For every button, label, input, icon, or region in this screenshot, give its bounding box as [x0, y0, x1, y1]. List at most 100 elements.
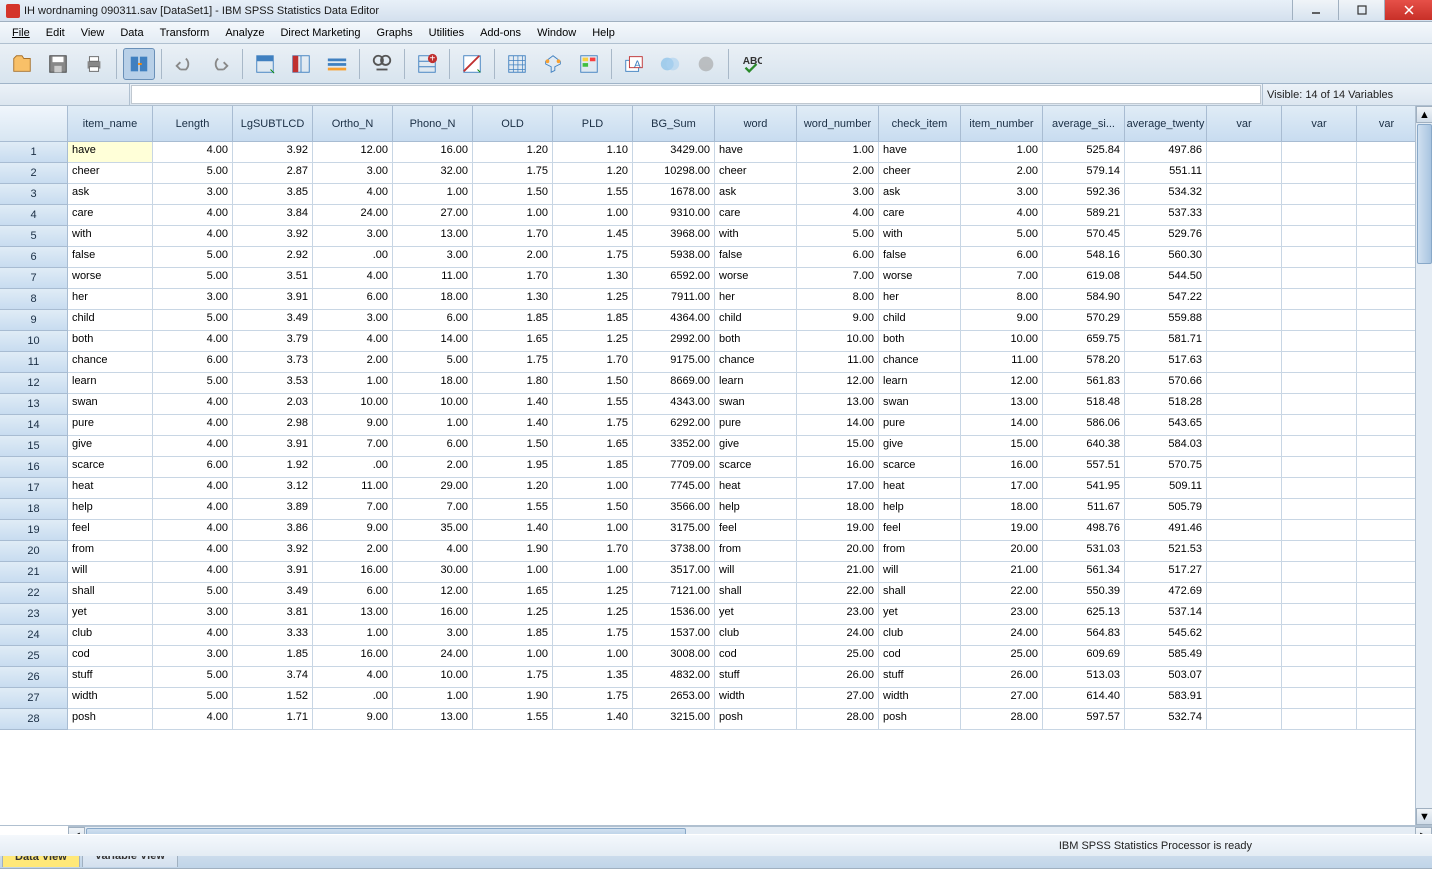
grid-cell[interactable]: 3.00 — [153, 604, 233, 625]
grid-cell[interactable]: 579.14 — [1043, 163, 1125, 184]
grid-cell[interactable] — [1282, 646, 1357, 667]
grid-cell[interactable] — [1207, 499, 1282, 520]
grid-cell[interactable]: 3.00 — [393, 247, 473, 268]
grid-cell[interactable] — [1357, 205, 1417, 226]
row-header[interactable]: 26 — [0, 667, 68, 688]
grid-cell[interactable]: 3.49 — [233, 583, 313, 604]
grid-cell[interactable]: 4.00 — [153, 520, 233, 541]
grid-cell[interactable]: 498.76 — [1043, 520, 1125, 541]
grid-cell[interactable] — [1282, 331, 1357, 352]
grid-cell[interactable]: 3738.00 — [633, 541, 715, 562]
row-header[interactable]: 23 — [0, 604, 68, 625]
grid-cell[interactable] — [1357, 226, 1417, 247]
grid-cell[interactable]: 518.28 — [1125, 394, 1207, 415]
print-button[interactable] — [78, 48, 110, 80]
grid-cell[interactable]: 8.00 — [961, 289, 1043, 310]
grid-cell[interactable]: 7.00 — [393, 499, 473, 520]
grid-cell[interactable]: give — [68, 436, 153, 457]
grid-cell[interactable]: 5.00 — [393, 352, 473, 373]
grid-cell[interactable]: 1.70 — [473, 226, 553, 247]
grid-cell[interactable]: 1.52 — [233, 688, 313, 709]
grid-cell[interactable]: 4.00 — [153, 625, 233, 646]
grid-cell[interactable]: 1.20 — [473, 142, 553, 163]
grid-cell[interactable]: 11.00 — [313, 478, 393, 499]
grid-cell[interactable]: 1.75 — [473, 667, 553, 688]
row-header[interactable]: 27 — [0, 688, 68, 709]
grid-cell[interactable]: 18.00 — [961, 499, 1043, 520]
grid-cell[interactable]: 28.00 — [961, 709, 1043, 730]
grid-cell[interactable]: 19.00 — [797, 520, 879, 541]
grid-cell[interactable]: 3.73 — [233, 352, 313, 373]
grid-cell[interactable]: 3.53 — [233, 373, 313, 394]
grid-cell[interactable]: pure — [879, 415, 961, 436]
column-header[interactable]: OLD — [473, 106, 553, 142]
grid-cell[interactable]: 5.00 — [153, 310, 233, 331]
grid-cell[interactable]: 4.00 — [153, 709, 233, 730]
grid-cell[interactable]: shall — [879, 583, 961, 604]
grid-cell[interactable]: 6.00 — [961, 247, 1043, 268]
grid-cell[interactable]: 3.91 — [233, 436, 313, 457]
grid-cell[interactable] — [1207, 163, 1282, 184]
grid-cell[interactable]: 5.00 — [153, 373, 233, 394]
grid-cell[interactable]: scarce — [879, 457, 961, 478]
grid-cell[interactable]: 1.55 — [553, 394, 633, 415]
grid-cell[interactable] — [1357, 499, 1417, 520]
grid-cell[interactable]: 12.00 — [961, 373, 1043, 394]
grid-cell[interactable]: 7911.00 — [633, 289, 715, 310]
grid-cell[interactable]: 597.57 — [1043, 709, 1125, 730]
grid-cell[interactable]: 4.00 — [153, 415, 233, 436]
grid-cell[interactable]: 609.69 — [1043, 646, 1125, 667]
grid-cell[interactable]: 22.00 — [961, 583, 1043, 604]
grid-cell[interactable]: false — [68, 247, 153, 268]
grid-cell[interactable]: 1.40 — [553, 709, 633, 730]
row-header[interactable]: 25 — [0, 646, 68, 667]
grid-cell[interactable] — [1357, 604, 1417, 625]
scroll-down-arrow[interactable]: ▼ — [1416, 808, 1432, 825]
grid-cell[interactable] — [1282, 163, 1357, 184]
grid-cell[interactable]: club — [879, 625, 961, 646]
row-header[interactable]: 19 — [0, 520, 68, 541]
grid-cell[interactable]: 1.35 — [553, 667, 633, 688]
grid-cell[interactable] — [1207, 520, 1282, 541]
grid-cell[interactable]: 4.00 — [153, 436, 233, 457]
grid-cell[interactable]: 1.75 — [553, 415, 633, 436]
grid-cell[interactable]: 1.50 — [553, 373, 633, 394]
grid-cell[interactable]: 560.30 — [1125, 247, 1207, 268]
grid-cell[interactable]: chance — [68, 352, 153, 373]
grid-cell[interactable]: 1.50 — [553, 499, 633, 520]
row-header[interactable]: 1 — [0, 142, 68, 163]
grid-cell[interactable]: 6.00 — [313, 583, 393, 604]
grid-cell[interactable]: 9.00 — [797, 310, 879, 331]
grid-cell[interactable]: 2653.00 — [633, 688, 715, 709]
grid-cell[interactable] — [1207, 625, 1282, 646]
grid-cell[interactable] — [1282, 625, 1357, 646]
grid-cell[interactable]: 3.00 — [313, 226, 393, 247]
grid-cell[interactable] — [1357, 688, 1417, 709]
row-header[interactable]: 7 — [0, 268, 68, 289]
grid-cell[interactable]: swan — [715, 394, 797, 415]
grid-cell[interactable] — [1357, 709, 1417, 730]
grid-cell[interactable]: give — [879, 436, 961, 457]
grid-cell[interactable]: 13.00 — [797, 394, 879, 415]
grid-cell[interactable]: 11.00 — [797, 352, 879, 373]
menu-view[interactable]: View — [73, 24, 113, 42]
grid-cell[interactable]: 15.00 — [797, 436, 879, 457]
grid-cell[interactable]: 6292.00 — [633, 415, 715, 436]
grid-cell[interactable]: 1.25 — [553, 289, 633, 310]
grid-cell[interactable] — [1357, 394, 1417, 415]
grid-cell[interactable]: 1.90 — [473, 688, 553, 709]
grid-cell[interactable]: cod — [68, 646, 153, 667]
grid-cell[interactable]: 557.51 — [1043, 457, 1125, 478]
grid-cell[interactable]: care — [715, 205, 797, 226]
grid-cell[interactable] — [1207, 436, 1282, 457]
grid-cell[interactable]: chance — [879, 352, 961, 373]
grid-cell[interactable]: 4.00 — [313, 268, 393, 289]
grid-cell[interactable]: feel — [879, 520, 961, 541]
grid-cell[interactable]: 3.00 — [961, 184, 1043, 205]
grid-cell[interactable]: 1.70 — [473, 268, 553, 289]
grid-cell[interactable]: help — [879, 499, 961, 520]
grid-cell[interactable]: 1.55 — [473, 709, 553, 730]
row-header[interactable]: 22 — [0, 583, 68, 604]
grid-cell[interactable] — [1357, 541, 1417, 562]
vertical-scrollbar[interactable]: ▲ ▼ — [1415, 106, 1432, 825]
